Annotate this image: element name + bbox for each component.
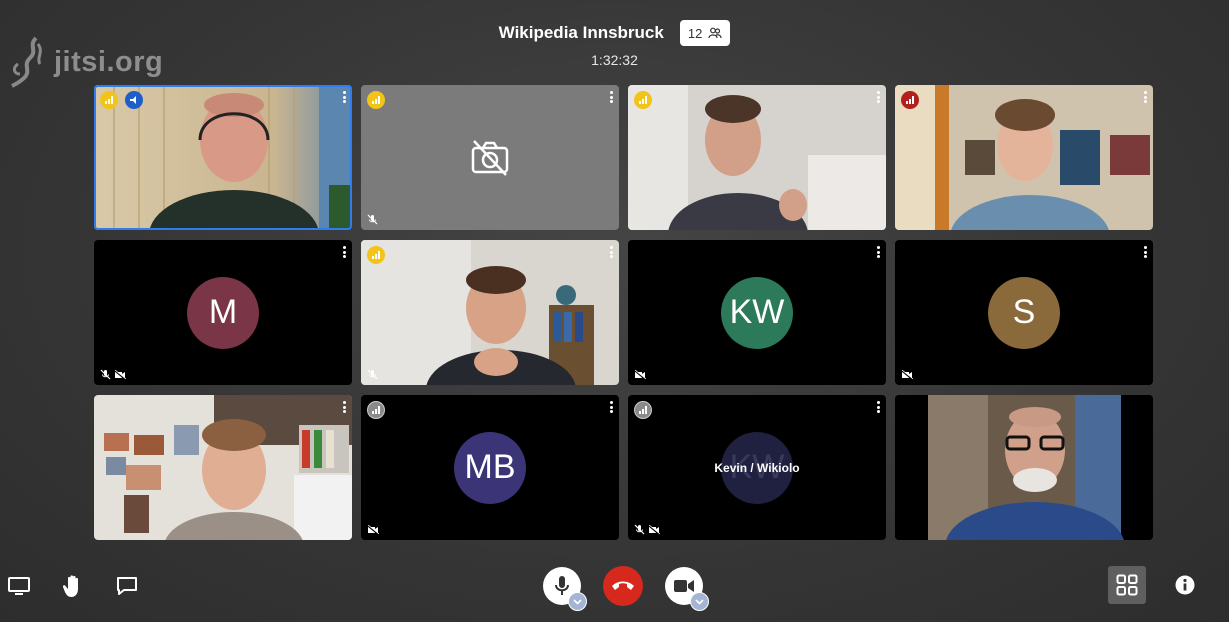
tile-status-icons: [367, 525, 379, 535]
tile-menu-icon[interactable]: [342, 246, 346, 258]
dominant-speaker-icon: [125, 91, 143, 109]
participant-display-name: Kevin / Wikiolo: [714, 460, 800, 475]
tile-view-grid: M KW S MB KW Kevin / Wikiolo: [94, 85, 1153, 540]
toolbar-right: [1108, 566, 1200, 604]
chevron-down-icon: [695, 598, 704, 605]
connection-indicator-icon[interactable]: [367, 401, 385, 419]
video-muted-icon: [114, 369, 126, 380]
chat-button[interactable]: [112, 574, 142, 598]
participant-video: [895, 395, 1153, 540]
tile-menu-icon[interactable]: [1143, 246, 1147, 258]
tile-menu-icon[interactable]: [609, 91, 613, 103]
hangup-icon: [612, 581, 634, 590]
mic-muted-icon: [634, 524, 645, 535]
participant-count-button[interactable]: 12: [679, 20, 731, 46]
participant-avatar: S: [988, 276, 1060, 349]
participant-tile[interactable]: M: [94, 240, 352, 385]
participants-icon: [708, 27, 722, 39]
conference-header: Wikipedia Innsbruck 12 1:32:32: [0, 20, 1229, 68]
microphone-icon: [555, 576, 569, 595]
participant-tile[interactable]: [361, 240, 619, 385]
video-muted-icon: [901, 370, 913, 380]
toolbar-center: [543, 566, 709, 611]
chevron-down-icon: [573, 598, 582, 605]
participant-tile[interactable]: [94, 395, 352, 540]
tile-menu-icon[interactable]: [876, 91, 880, 103]
tile-status-icons: [367, 214, 378, 225]
mic-muted-icon: [367, 214, 378, 225]
video-muted-icon: [634, 370, 646, 380]
screen-share-icon: [8, 577, 30, 595]
tile-status-icons: [634, 370, 646, 380]
camera-button[interactable]: [665, 567, 709, 611]
tile-menu-icon[interactable]: [342, 91, 346, 103]
mic-muted-icon: [367, 369, 378, 380]
video-muted-icon: [367, 525, 379, 535]
tile-menu-icon[interactable]: [876, 401, 880, 413]
connection-indicator-icon[interactable]: [367, 91, 385, 109]
tile-status-icons: [100, 369, 126, 380]
connection-indicator-icon[interactable]: [901, 91, 919, 109]
info-button[interactable]: [1170, 573, 1200, 597]
tile-menu-icon[interactable]: [609, 246, 613, 258]
microphone-options-button[interactable]: [568, 592, 587, 611]
tile-menu-icon[interactable]: [876, 246, 880, 258]
tile-menu-icon[interactable]: [609, 401, 613, 413]
connection-indicator-icon[interactable]: [367, 246, 385, 264]
conference-timer: 1:32:32: [591, 52, 638, 68]
hangup-button[interactable]: [603, 566, 643, 606]
participant-tile[interactable]: [361, 85, 619, 230]
participant-tile[interactable]: [94, 85, 352, 230]
camera-options-button[interactable]: [690, 592, 709, 611]
raise-hand-icon: [62, 575, 78, 597]
info-icon: [1175, 575, 1195, 595]
tile-status-icons: [901, 370, 913, 380]
participant-avatar: KW: [721, 276, 793, 349]
tile-menu-icon[interactable]: [342, 401, 346, 413]
connection-indicator-icon[interactable]: [634, 91, 652, 109]
participant-video: [361, 240, 619, 385]
participant-tile[interactable]: [895, 85, 1153, 230]
tile-view-icon: [1116, 574, 1138, 596]
tile-view-button[interactable]: [1108, 566, 1146, 604]
microphone-button[interactable]: [543, 567, 587, 611]
participant-video: [895, 85, 1153, 230]
participant-avatar: MB: [454, 431, 526, 504]
camera-off-icon: [471, 139, 509, 176]
connection-indicator-icon[interactable]: [634, 401, 652, 419]
participant-tile[interactable]: MB: [361, 395, 619, 540]
screen-share-button[interactable]: [4, 574, 34, 598]
connection-indicator-icon[interactable]: [100, 91, 118, 109]
chat-icon: [117, 577, 137, 595]
video-muted-icon: [648, 524, 660, 535]
participant-tile[interactable]: KW Kevin / Wikiolo: [628, 395, 886, 540]
participant-video: [94, 395, 352, 540]
participant-avatar: M: [187, 276, 259, 349]
mic-muted-icon: [100, 369, 111, 380]
participant-video: [628, 85, 886, 230]
tile-menu-icon[interactable]: [1143, 91, 1147, 103]
participant-count: 12: [687, 25, 703, 41]
conference-title: Wikipedia Innsbruck: [498, 23, 664, 42]
toolbar-left: [4, 574, 142, 598]
participant-tile[interactable]: [628, 85, 886, 230]
participant-tile[interactable]: KW: [628, 240, 886, 385]
participant-tile[interactable]: S: [895, 240, 1153, 385]
participant-tile[interactable]: [895, 395, 1153, 540]
raise-hand-button[interactable]: [58, 574, 88, 598]
participant-video: [94, 85, 352, 230]
tile-status-icons: [634, 524, 660, 535]
camera-icon: [674, 580, 694, 592]
tile-status-icons: [367, 369, 378, 380]
